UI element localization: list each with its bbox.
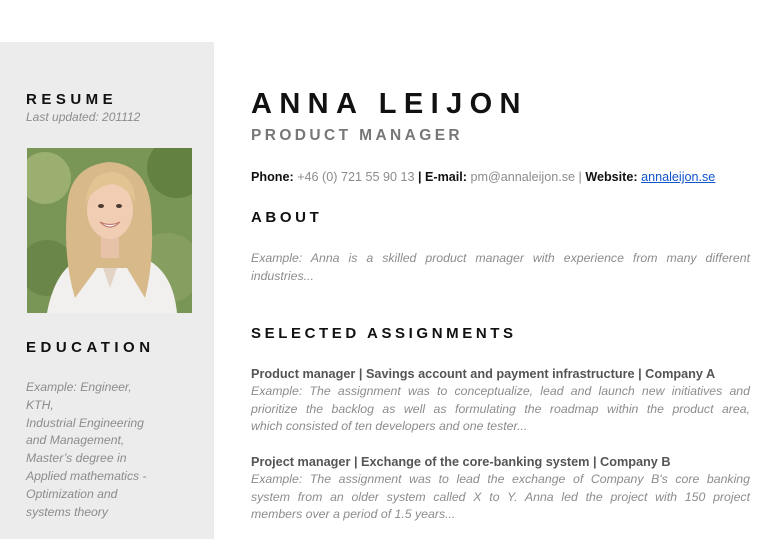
- assignment-line: members over a period of 1.5 years...: [251, 507, 456, 522]
- website-link[interactable]: annaleijon.se: [641, 170, 715, 184]
- email-value: pm@annaleijon.se: [470, 170, 576, 184]
- assignment-title: Product manager | Savings account and pa…: [251, 367, 716, 381]
- about-heading: ABOUT: [251, 209, 323, 226]
- education-line: Industrial Engineering: [26, 415, 144, 430]
- assignment-line: system from an older system called X to …: [251, 489, 750, 504]
- contact-line: Phone: +46 (0) 721 55 90 13 | E-mail: pm…: [251, 170, 715, 184]
- assignment-line: which consisted of ten developers and on…: [251, 419, 528, 434]
- education-line: systems theory: [26, 504, 108, 519]
- assignments-heading: SELECTED ASSIGNMENTS: [251, 325, 517, 342]
- education-heading: EDUCATION: [26, 339, 155, 356]
- about-text: Example: Anna is a skilled product manag…: [251, 250, 750, 285]
- profile-photo: [27, 148, 192, 313]
- email-label: E-mail:: [425, 170, 468, 184]
- assignment-line: Example: The assignment was to lead the …: [251, 472, 750, 486]
- education-line: Applied mathematics -: [26, 468, 147, 483]
- person-name: ANNA LEIJON: [251, 88, 528, 120]
- assignment-line: Example: The assignment was to conceptua…: [251, 384, 750, 398]
- about-line: industries...: [251, 268, 314, 283]
- education-details: Example: Engineer, KTH, Industrial Engin…: [26, 379, 176, 521]
- education-line: Example: Engineer,: [26, 380, 132, 394]
- assignment-description: Example: The assignment was to lead the …: [251, 471, 750, 524]
- assignment-title: Project manager | Exchange of the core-b…: [251, 455, 671, 469]
- assignment-line: prioritize the backlog as well as formul…: [251, 401, 750, 416]
- education-line: and Management,: [26, 433, 125, 448]
- phone-label: Phone:: [251, 170, 294, 184]
- separator: |: [578, 170, 582, 184]
- separator: |: [417, 170, 422, 184]
- website-label: Website:: [585, 170, 638, 184]
- about-line: Example: Anna is a skilled product manag…: [251, 251, 750, 265]
- resume-heading: RESUME: [26, 91, 118, 108]
- portrait-illustration: [27, 148, 192, 313]
- phone-value: +46 (0) 721 55 90 13: [297, 170, 415, 184]
- job-title: PRODUCT MANAGER: [251, 127, 464, 144]
- education-line: Optimization and: [26, 486, 118, 501]
- last-updated: Last updated: 201112: [26, 110, 141, 124]
- education-line: Master’s degree in: [26, 451, 127, 466]
- education-line: KTH,: [26, 397, 54, 412]
- assignment-description: Example: The assignment was to conceptua…: [251, 383, 750, 436]
